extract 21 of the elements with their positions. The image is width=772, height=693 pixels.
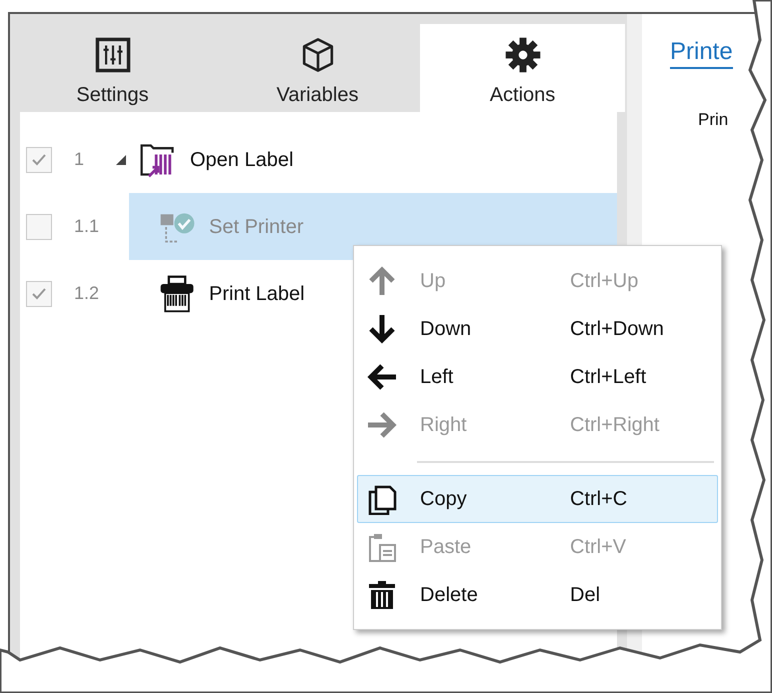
row-number: 1 bbox=[73, 148, 86, 171]
row-number: 1.1 bbox=[73, 215, 100, 238]
shortcut-text: Ctrl+Down bbox=[570, 317, 664, 342]
menu-item-label: Down bbox=[420, 317, 472, 342]
menu-item-label: Right bbox=[420, 413, 468, 438]
action-label: Print Label bbox=[209, 282, 305, 306]
menu-item-label: Up bbox=[420, 269, 447, 294]
action-label: Open Label bbox=[190, 148, 294, 172]
field-label: Prin bbox=[698, 108, 730, 131]
shortcut-text: Ctrl+V bbox=[570, 535, 626, 560]
shortcut-text: Del bbox=[570, 583, 600, 608]
shortcut-text: Ctrl+Left bbox=[570, 365, 646, 390]
action-label: Set Printer bbox=[209, 214, 304, 240]
shortcut-text: Ctrl+Right bbox=[570, 413, 660, 438]
menu-item-label: Delete bbox=[420, 583, 479, 608]
menu-item-label: Copy bbox=[420, 487, 468, 512]
menu-item-label: Left bbox=[420, 365, 454, 390]
shortcut-text: Ctrl+Up bbox=[570, 269, 638, 294]
row-number: 1.2 bbox=[73, 282, 100, 305]
shortcut-text: Ctrl+C bbox=[570, 487, 628, 512]
menu-item-label: Paste bbox=[420, 535, 472, 560]
